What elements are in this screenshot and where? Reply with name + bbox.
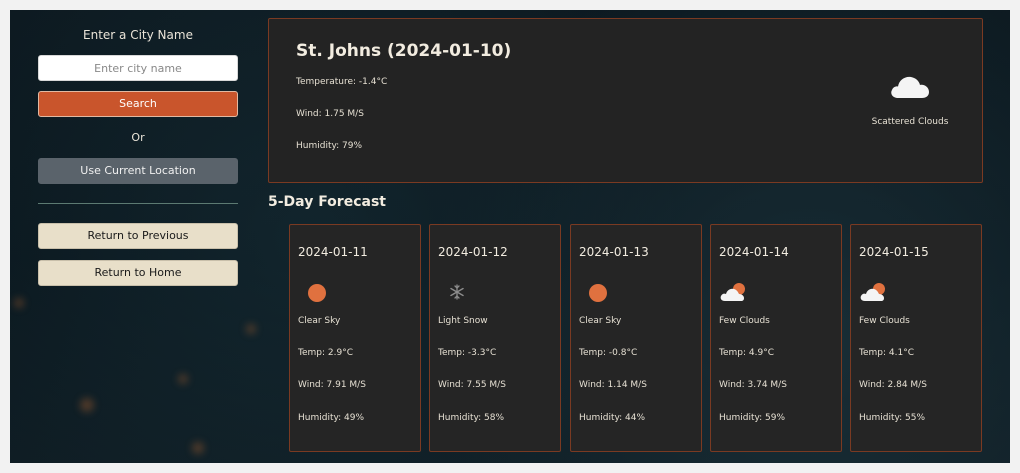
forecast-date: 2024-01-13 (579, 245, 649, 259)
forecast-wind: Wind: 7.55 M/S (438, 380, 506, 390)
forecast-date: 2024-01-15 (859, 245, 929, 259)
forecast-card: 2024-01-15 Few Clouds Temp: 4.1°C Wind: … (850, 224, 982, 452)
sun-icon (298, 279, 328, 305)
background-bokeh (14, 298, 24, 308)
sidebar-divider (38, 203, 238, 204)
background-bokeh (178, 374, 188, 384)
forecast-card: 2024-01-12 Light Snow Temp: -3.3°C Wind:… (429, 224, 561, 452)
forecast-humidity: Humidity: 55% (859, 413, 926, 423)
forecast-description: Few Clouds (719, 316, 770, 326)
snowflake-icon (438, 279, 468, 305)
few-clouds-icon (719, 279, 749, 305)
return-to-home-button[interactable]: Return to Home (38, 260, 238, 286)
forecast-card: 2024-01-14 Few Clouds Temp: 4.9°C Wind: … (710, 224, 842, 452)
forecast-wind: Wind: 7.91 M/S (298, 380, 366, 390)
forecast-title: 5-Day Forecast (268, 194, 386, 210)
current-temperature: Temperature: -1.4°C (296, 77, 388, 87)
forecast-description: Clear Sky (298, 316, 341, 326)
current-weather-title: St. Johns (2024-01-10) (296, 41, 512, 61)
current-wind: Wind: 1.75 M/S (296, 109, 364, 119)
or-separator: Or (131, 131, 145, 144)
forecast-temp: Temp: -0.8°C (579, 348, 638, 358)
city-input[interactable] (38, 55, 238, 81)
forecast-temp: Temp: 4.1°C (859, 348, 914, 358)
background-bokeh (246, 324, 256, 334)
forecast-description: Clear Sky (579, 316, 622, 326)
few-clouds-icon (859, 279, 889, 305)
forecast-humidity: Humidity: 59% (719, 413, 786, 423)
forecast-temp: Temp: -3.3°C (438, 348, 497, 358)
forecast-description: Light Snow (438, 316, 488, 326)
forecast-card: 2024-01-13 Clear Sky Temp: -0.8°C Wind: … (570, 224, 702, 452)
forecast-date: 2024-01-11 (298, 245, 368, 259)
forecast-humidity: Humidity: 44% (579, 413, 646, 423)
return-to-previous-button[interactable]: Return to Previous (38, 223, 238, 249)
city-label: Enter a City Name (83, 28, 193, 42)
current-weather-card: St. Johns (2024-01-10) Temperature: -1.4… (268, 18, 983, 183)
forecast-temp: Temp: 2.9°C (298, 348, 353, 358)
forecast-date: 2024-01-14 (719, 245, 789, 259)
forecast-description: Few Clouds (859, 316, 910, 326)
forecast-date: 2024-01-12 (438, 245, 508, 259)
sidebar: Enter a City Name Search Or Use Current … (38, 28, 238, 286)
current-condition: Scattered Clouds (871, 117, 949, 127)
forecast-humidity: Humidity: 49% (298, 413, 365, 423)
use-current-location-button[interactable]: Use Current Location (38, 158, 238, 184)
forecast-wind: Wind: 1.14 M/S (579, 380, 647, 390)
weather-app: Enter a City Name Search Or Use Current … (10, 10, 1010, 463)
current-humidity: Humidity: 79% (296, 141, 363, 151)
forecast-temp: Temp: 4.9°C (719, 348, 774, 358)
forecast-humidity: Humidity: 58% (438, 413, 505, 423)
forecast-card: 2024-01-11 Clear Sky Temp: 2.9°C Wind: 7… (289, 224, 421, 452)
sun-icon (579, 279, 609, 305)
background-bokeh (192, 442, 204, 454)
cloud-icon (889, 71, 931, 105)
background-bokeh (80, 398, 94, 412)
search-button[interactable]: Search (38, 91, 238, 117)
forecast-wind: Wind: 2.84 M/S (859, 380, 927, 390)
forecast-wind: Wind: 3.74 M/S (719, 380, 787, 390)
